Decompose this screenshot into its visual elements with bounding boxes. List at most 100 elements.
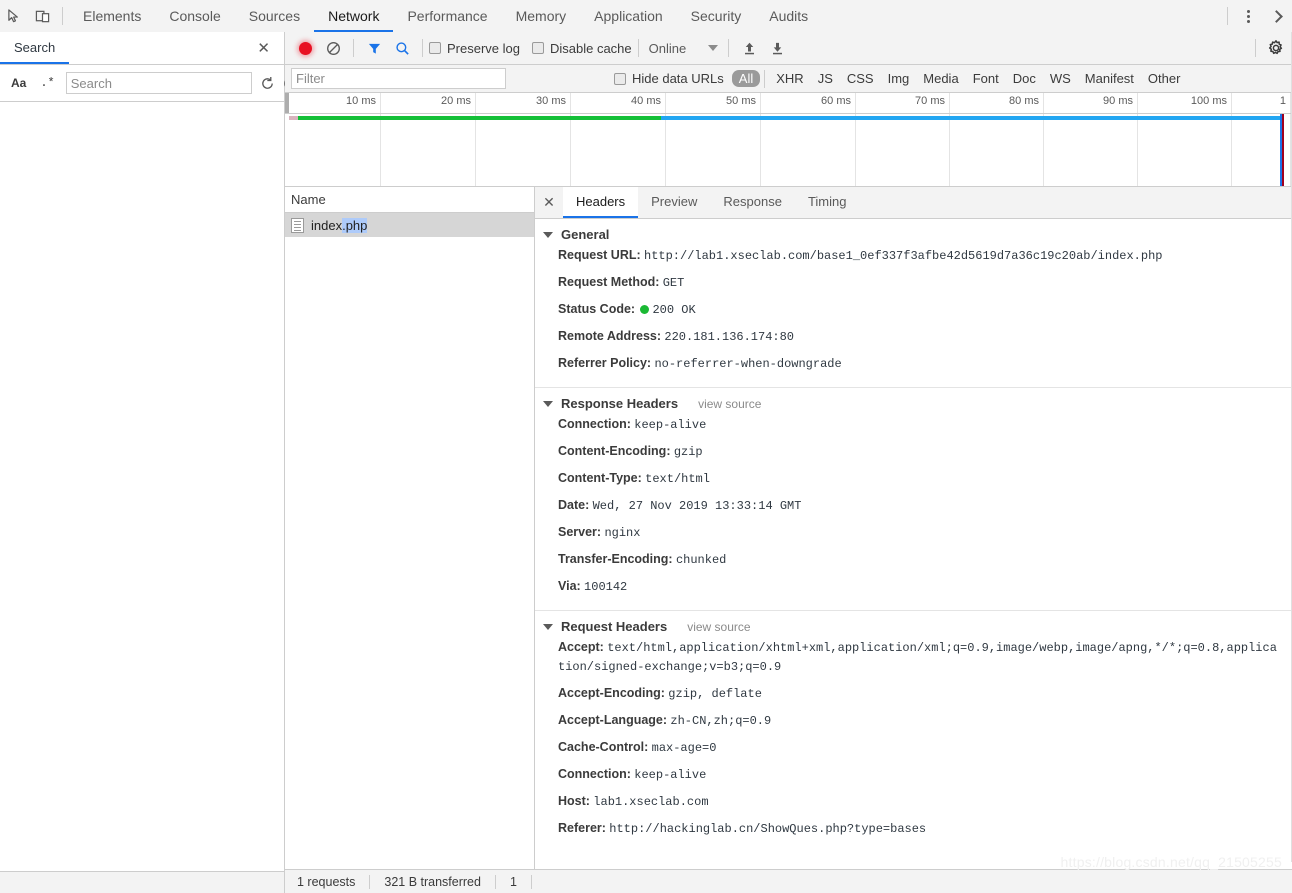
network-overview-timeline[interactable]: 10 ms 20 ms 30 ms 40 ms 50 ms 60 ms 70 m… — [285, 93, 1292, 187]
header-value: http://lab1.xseclab.com/base1_0ef337f3af… — [644, 249, 1163, 263]
overview-gridline: 20 ms — [441, 93, 476, 186]
close-devtools-icon[interactable] — [1262, 3, 1290, 29]
tab-memory[interactable]: Memory — [502, 0, 581, 32]
header-name: Accept-Language: — [558, 713, 668, 727]
filter-input[interactable] — [291, 68, 506, 89]
section-response-headers-header[interactable]: Response Headers view source — [535, 396, 1292, 411]
header-value: keep-alive — [634, 418, 707, 432]
header-name: Cache-Control: — [558, 740, 649, 754]
overview-gridline: 30 ms — [536, 93, 571, 186]
close-icon[interactable]: ✕ — [257, 41, 270, 56]
record-button-icon[interactable] — [291, 35, 319, 61]
tab-security[interactable]: Security — [677, 0, 756, 32]
gear-icon[interactable] — [1262, 35, 1290, 61]
type-filter-xhr[interactable]: XHR — [769, 70, 810, 87]
overview-left-grip[interactable] — [285, 93, 289, 113]
header-value: nginx — [604, 526, 641, 540]
request-list-header[interactable]: Name — [285, 187, 534, 213]
column-header-name: Name — [291, 192, 326, 207]
tab-performance[interactable]: Performance — [393, 0, 501, 32]
type-filter-js[interactable]: JS — [811, 70, 840, 87]
header-row: Status Code: 200 OK — [535, 296, 1292, 323]
disable-cache-checkbox[interactable]: Disable cache — [531, 40, 632, 56]
overview-tick-label: 1 — [1279, 95, 1286, 107]
type-filter-img[interactable]: Img — [881, 70, 917, 87]
overview-ruler-baseline — [285, 113, 1292, 114]
tab-preview[interactable]: Preview — [638, 187, 710, 218]
header-name: Request URL: — [558, 248, 641, 262]
type-filter-other[interactable]: Other — [1141, 70, 1188, 87]
type-filter-css[interactable]: CSS — [840, 70, 881, 87]
close-icon[interactable]: ✕ — [535, 187, 563, 218]
section-general-header[interactable]: General — [535, 227, 1292, 242]
header-row: Connection: keep-alive — [535, 761, 1292, 788]
view-source-link[interactable]: view source — [687, 620, 750, 634]
view-source-link[interactable]: view source — [698, 397, 761, 411]
request-details-pane: ✕ Headers Preview Response Timing Genera… — [535, 187, 1292, 893]
match-case-button[interactable]: Aa — [8, 76, 29, 90]
import-har-icon[interactable] — [735, 35, 763, 61]
header-name: Accept-Encoding: — [558, 686, 665, 700]
tab-console[interactable]: Console — [155, 0, 234, 32]
checkbox-box — [614, 72, 626, 85]
filter-funnel-icon[interactable] — [360, 35, 388, 61]
table-row[interactable]: index.php — [285, 213, 534, 237]
overview-tick-label: 40 ms — [631, 95, 661, 107]
header-value: Wed, 27 Nov 2019 13:33:14 GMT — [592, 499, 802, 513]
header-name: Request Method: — [558, 275, 660, 289]
caret-down-icon — [543, 623, 553, 630]
overview-gridline: 10 ms — [346, 93, 381, 186]
document-icon — [291, 217, 304, 233]
overview-tick-label: 90 ms — [1103, 95, 1133, 107]
inspect-element-icon[interactable] — [0, 3, 28, 29]
header-row: Remote Address: 220.181.136.174:80 — [535, 323, 1292, 350]
type-filter-all[interactable]: All — [731, 70, 761, 87]
header-value: gzip — [673, 445, 703, 459]
preserve-log-checkbox[interactable]: Preserve log — [429, 41, 520, 56]
clear-network-log-icon[interactable] — [319, 35, 347, 61]
tab-response[interactable]: Response — [710, 187, 795, 218]
tab-network[interactable]: Network — [314, 0, 394, 32]
toggle-device-toolbar-icon[interactable] — [28, 3, 56, 29]
panel-tab-strip: Elements Console Sources Network Perform… — [69, 0, 822, 32]
header-name: Status Code: — [558, 302, 636, 316]
export-har-icon[interactable] — [763, 35, 791, 61]
type-filter-font[interactable]: Font — [966, 70, 1006, 87]
tab-headers[interactable]: Headers — [563, 187, 639, 218]
overview-gridline: 100 ms — [1191, 93, 1232, 186]
search-input[interactable] — [65, 72, 252, 94]
type-filter-ws[interactable]: WS — [1043, 70, 1078, 87]
toolbar-divider — [637, 39, 639, 57]
section-request-headers-header[interactable]: Request Headers view source — [535, 619, 1292, 634]
refresh-icon[interactable] — [260, 70, 275, 96]
section-general: General Request URL: http://lab1.xseclab… — [535, 219, 1292, 388]
status-ok-dot-icon — [640, 305, 650, 315]
search-results-area — [0, 102, 284, 893]
type-filter-media[interactable]: Media — [916, 70, 965, 87]
header-name: Connection: — [558, 417, 631, 431]
tab-timing[interactable]: Timing — [795, 187, 860, 218]
throttling-dropdown[interactable]: Online — [645, 41, 723, 56]
overview-tick-label: 80 ms — [1009, 95, 1039, 107]
type-filter-manifest[interactable]: Manifest — [1078, 70, 1141, 87]
disable-cache-label: Disable cache — [549, 40, 632, 56]
type-filter-doc[interactable]: Doc — [1006, 70, 1043, 87]
tab-search[interactable]: Search — [0, 32, 70, 64]
tab-application[interactable]: Application — [580, 0, 677, 32]
tab-sources[interactable]: Sources — [235, 0, 314, 32]
header-name: Host: — [558, 794, 590, 808]
header-row: Request Method: GET — [535, 269, 1292, 296]
overview-tick-label: 50 ms — [726, 95, 756, 107]
toolbar-divider — [764, 69, 766, 88]
regex-button[interactable]: .* — [37, 76, 57, 90]
header-name: Accept: — [558, 640, 604, 654]
search-icon[interactable] — [388, 35, 416, 61]
network-status-bar: 1 requests 321 B transferred 1 — [285, 869, 1292, 893]
toolbar-divider — [353, 39, 354, 57]
tab-audits[interactable]: Audits — [755, 0, 822, 32]
tab-elements[interactable]: Elements — [69, 0, 155, 32]
overview-tick-label: 70 ms — [915, 95, 945, 107]
headers-body: General Request URL: http://lab1.xseclab… — [535, 219, 1292, 852]
more-options-kebab-icon[interactable] — [1234, 3, 1262, 29]
hide-data-urls-checkbox[interactable]: Hide data URLs — [614, 71, 724, 86]
